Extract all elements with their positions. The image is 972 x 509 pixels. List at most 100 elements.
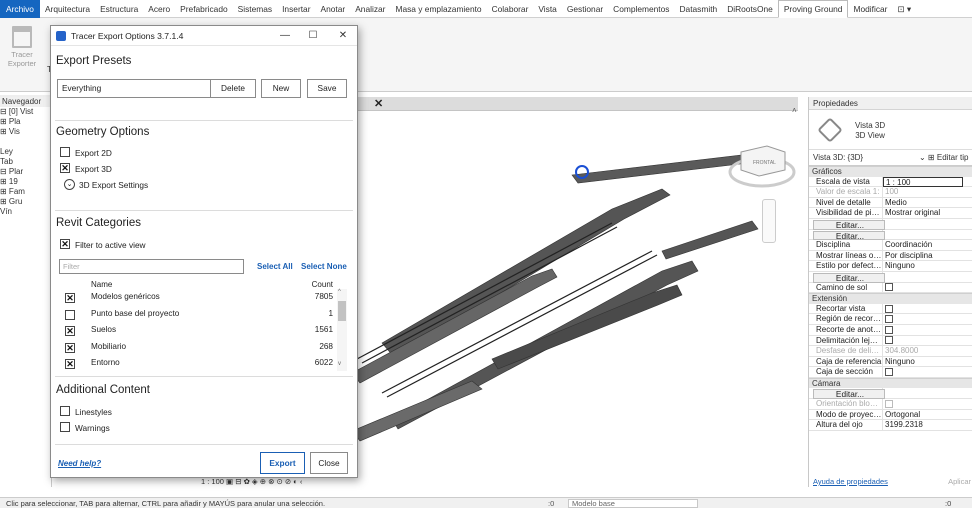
linestyles-checkbox[interactable] — [60, 406, 70, 416]
property-value[interactable]: Editar... — [813, 389, 885, 400]
view-control-icons[interactable]: ▣ ⊟ ✿ ◈ ⊕ ⊗ ⊙ ⊘ ◐ ‹ — [226, 477, 302, 486]
export-2d-checkbox[interactable] — [60, 147, 70, 157]
table-row[interactable]: ✕ Entorno 6022 — [59, 356, 349, 373]
ribbon-tab-estructura[interactable]: Estructura — [95, 0, 143, 18]
category-checkbox[interactable]: ✕ — [65, 342, 75, 353]
property-value[interactable]: Ortogonal — [883, 410, 963, 420]
close-view-icon[interactable]: ✕ — [374, 97, 383, 111]
instance-selector-value[interactable]: Vista 3D: {3D} — [813, 153, 863, 162]
ribbon-tab-archivo[interactable]: Archivo — [0, 0, 40, 18]
model-selector[interactable]: Modelo base — [568, 499, 698, 508]
table-row[interactable]: ✕ Modelos genéricos 7805 — [59, 290, 349, 307]
property-value[interactable]: Por disciplina — [883, 251, 963, 261]
ribbon-tab-anotar[interactable]: Anotar — [316, 0, 351, 18]
navigation-bar[interactable] — [762, 199, 776, 243]
export-button[interactable]: Export — [260, 452, 305, 474]
ribbon-extra-dropdown-icon[interactable]: ⊡ ▾ — [892, 0, 916, 18]
category-checkbox[interactable]: ✕ — [65, 359, 75, 369]
export-3d-checkbox[interactable]: ✕ — [60, 163, 70, 173]
property-value[interactable] — [883, 399, 963, 409]
property-group-header[interactable]: Extensión — [809, 293, 972, 304]
close-dialog-button[interactable]: ✕ — [331, 26, 355, 46]
property-value[interactable]: Medio — [883, 198, 963, 208]
browser-node[interactable]: ⊞ Gru — [0, 197, 51, 207]
property-value[interactable]: Ninguno — [883, 261, 963, 271]
scroll-up-icon[interactable]: ^ — [338, 289, 341, 295]
property-value[interactable] — [883, 325, 963, 335]
scrollbar-thumb[interactable] — [338, 301, 346, 321]
filter-active-view-checkbox[interactable]: ✕ — [60, 239, 70, 249]
edit-type-button[interactable]: ⌄ ⊞ Editar tip — [919, 150, 968, 166]
property-value[interactable] — [883, 367, 963, 377]
ribbon-tab-sistemas[interactable]: Sistemas — [233, 0, 277, 18]
tracer-exporter-button[interactable]: Tracer Exporter — [4, 26, 40, 68]
ribbon-tab-prefabricado[interactable]: Prefabricado — [175, 0, 233, 18]
ribbon-tab-dirootsone[interactable]: DiRootsOne — [722, 0, 778, 18]
instance-selector[interactable]: Vista 3D: {3D} ⌄ ⊞ Editar tip — [809, 150, 972, 166]
property-checkbox[interactable] — [885, 315, 893, 324]
property-checkbox[interactable] — [885, 325, 893, 334]
browser-node[interactable] — [0, 137, 51, 147]
property-value[interactable] — [883, 304, 963, 314]
property-value[interactable]: 100 — [883, 187, 963, 197]
ribbon-tab-modificar[interactable]: Modificar — [848, 0, 892, 18]
scroll-down-icon[interactable]: v — [338, 361, 341, 367]
3d-export-settings-toggle[interactable]: 3D Export Settings — [79, 180, 148, 190]
table-row[interactable]: Punto base del proyecto 1 — [59, 307, 349, 324]
properties-help-link[interactable]: Ayuda de propiedades — [813, 476, 888, 487]
property-checkbox[interactable] — [885, 283, 893, 292]
select-none-button[interactable]: Select None — [301, 262, 347, 271]
warnings-checkbox[interactable] — [60, 422, 70, 432]
viewport-scroll-up-icon[interactable]: ˄ — [792, 106, 797, 115]
browser-node[interactable]: ⊞ Vis — [0, 127, 51, 137]
property-value[interactable] — [883, 314, 963, 324]
property-value[interactable]: Ninguno — [883, 357, 963, 367]
browser-node[interactable]: Ley — [0, 147, 51, 157]
property-value[interactable]: 304.8000 — [883, 346, 963, 356]
ribbon-tab-acero[interactable]: Acero — [143, 0, 175, 18]
apply-button[interactable]: Aplicar — [948, 476, 971, 487]
property-checkbox[interactable] — [885, 304, 893, 313]
property-value[interactable] — [883, 336, 963, 346]
need-help-link[interactable]: Need help? — [58, 459, 101, 468]
select-all-button[interactable]: Select All — [257, 262, 293, 271]
category-checkbox[interactable]: ✕ — [65, 326, 75, 336]
browser-node[interactable]: Vín — [0, 207, 51, 217]
ribbon-tab-proving-ground[interactable]: Proving Ground — [777, 0, 849, 18]
property-value[interactable]: Editar... — [813, 230, 885, 241]
category-scrollbar[interactable]: ^ v — [337, 289, 347, 371]
preset-dropdown-value[interactable]: Everything — [62, 80, 101, 97]
browser-node[interactable]: ⊞ Fam — [0, 187, 51, 197]
scale-label[interactable]: 1 : 100 — [201, 477, 224, 486]
new-preset-button[interactable]: New — [261, 79, 301, 98]
table-row[interactable]: ✕ Mobiliario 268 — [59, 340, 349, 357]
category-checkbox[interactable]: ✕ — [65, 293, 75, 303]
expand-chevron-icon[interactable]: ⌄ — [64, 179, 75, 190]
property-checkbox[interactable] — [885, 336, 893, 345]
browser-node[interactable]: Tab — [0, 157, 51, 167]
property-value[interactable]: Mostrar original — [883, 208, 963, 218]
browser-node[interactable]: ⊟ Plar — [0, 167, 51, 177]
browser-node[interactable]: ⊞ 19 — [0, 177, 51, 187]
ribbon-tab-vista[interactable]: Vista — [533, 0, 561, 18]
property-value[interactable]: 3199.2318 — [883, 420, 963, 430]
viewcube[interactable]: FRONTAL — [727, 132, 797, 192]
property-group-header[interactable]: Cámara — [809, 377, 972, 389]
browser-node[interactable]: ⊟ [0] Vist — [0, 107, 51, 117]
ribbon-tab-gestionar[interactable]: Gestionar — [562, 0, 608, 18]
ribbon-tab-complementos[interactable]: Complementos — [608, 0, 674, 18]
property-value[interactable]: 1 : 100 — [883, 176, 963, 187]
ribbon-tab-colaborar[interactable]: Colaborar — [487, 0, 534, 18]
property-value[interactable] — [883, 283, 963, 293]
delete-preset-button[interactable]: Delete — [210, 79, 256, 98]
ribbon-tab-insertar[interactable]: Insertar — [277, 0, 315, 18]
minimize-button[interactable]: — — [273, 26, 297, 46]
close-button[interactable]: Close — [310, 452, 348, 474]
preset-dropdown[interactable]: Everything ▼ — [57, 79, 225, 98]
property-value[interactable]: Editar... — [813, 219, 885, 230]
ribbon-tab-analizar[interactable]: Analizar — [350, 0, 390, 18]
property-group-header[interactable]: Gráficos — [809, 166, 972, 177]
category-checkbox[interactable] — [65, 309, 75, 320]
property-value[interactable]: Editar... — [813, 272, 885, 283]
browser-node[interactable]: ⊞ Pla — [0, 117, 51, 127]
